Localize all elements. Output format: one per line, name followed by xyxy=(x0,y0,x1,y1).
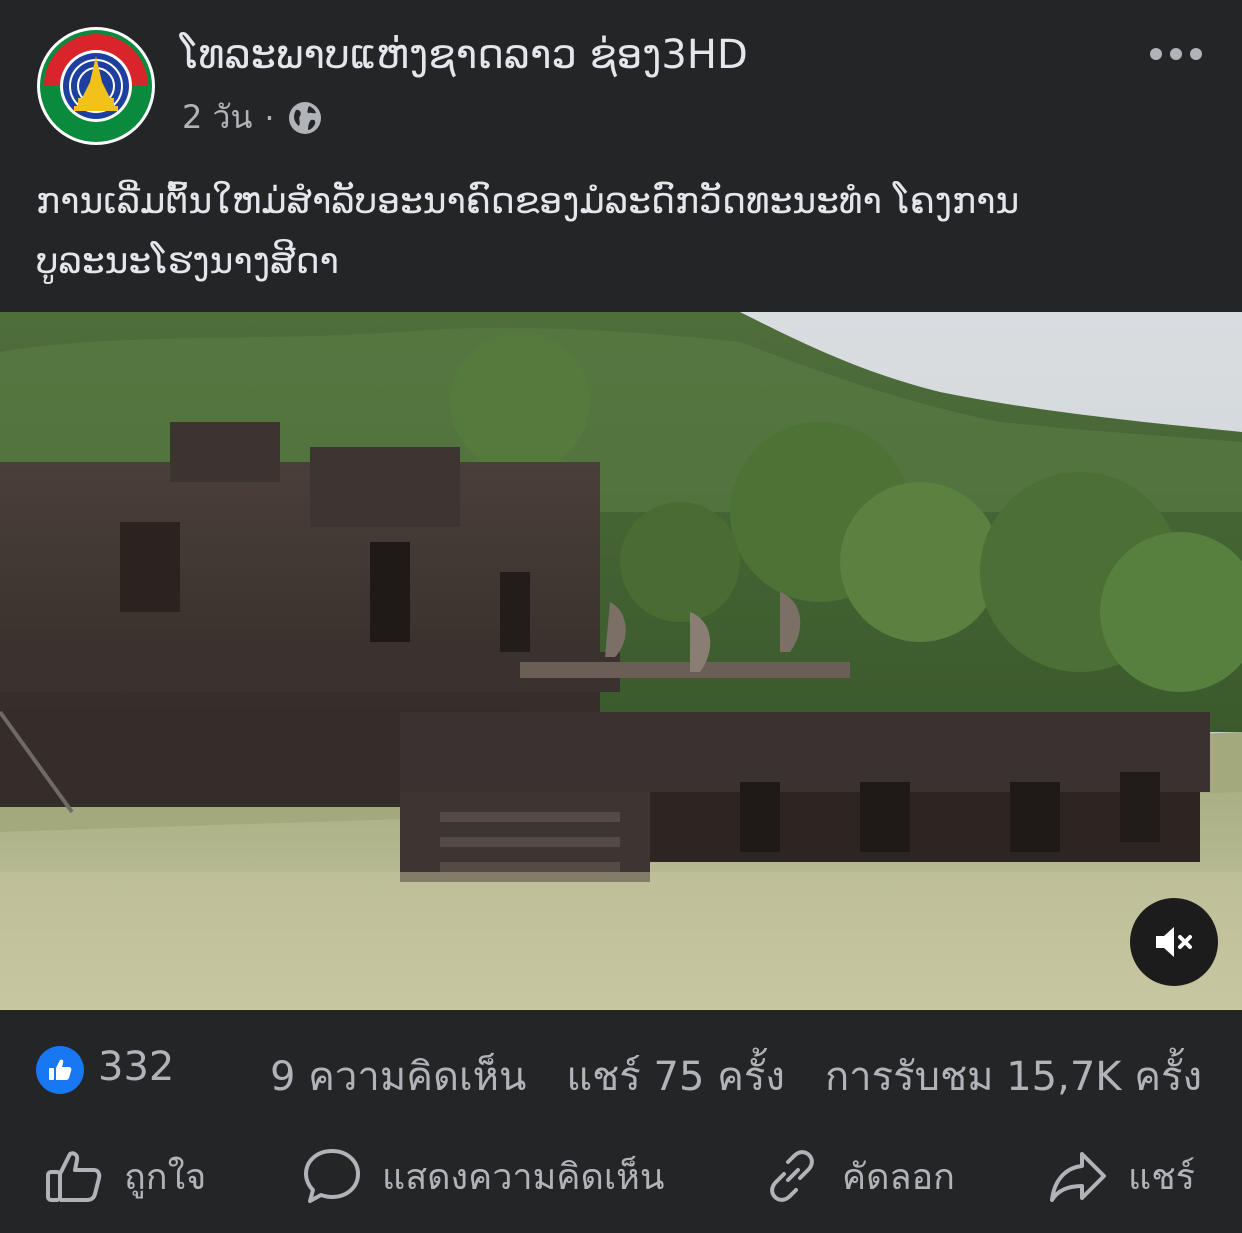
engagement-stats: 9 ความคิดเห็น แชร์ 75 ครั้ง การรับชม 15,… xyxy=(270,1044,1202,1108)
link-icon xyxy=(770,1150,814,1202)
lnt-logo xyxy=(37,27,155,145)
speaker-muted-icon xyxy=(1156,927,1192,957)
post-meta: 2 วัน · xyxy=(182,92,323,143)
caption-line-2: ບູລະນະໂຮງນາງສີດາ xyxy=(36,241,339,282)
comment-count[interactable]: 9 ความคิดเห็น xyxy=(270,1044,526,1108)
comment-bubble-icon xyxy=(304,1149,360,1203)
share-button[interactable]: แชร์ xyxy=(1048,1140,1195,1212)
page-name[interactable]: ໂທລະພາບແຫ່ງຊາດລາວ ຊ່ອງ3HD xyxy=(180,32,748,78)
post-header: ໂທລະພາບແຫ່ງຊາດລາວ ຊ່ອງ3HD 2 วัน · xyxy=(0,0,1242,150)
post-time[interactable]: 2 วัน xyxy=(182,92,252,143)
like-label: ถูกใจ xyxy=(124,1156,207,1198)
view-count: การรับชม 15,7K ครั้ง xyxy=(824,1054,1202,1100)
copy-link-button[interactable]: คัดลอก xyxy=(762,1140,955,1212)
share-count[interactable]: แชร์ 75 ครั้ง xyxy=(566,1044,785,1108)
page-avatar[interactable] xyxy=(36,26,156,146)
meta-separator: · xyxy=(264,98,275,137)
copy-label: คัดลอก xyxy=(842,1156,955,1198)
more-options-button[interactable] xyxy=(1148,38,1204,70)
dot xyxy=(1170,48,1182,60)
post-caption: ການເລີ່ມຕົ້ນໃຫມ່ສໍາລັບອະນາຄົດຂອງມໍລະດົກວ… xyxy=(36,172,1206,292)
like-count[interactable]: 332 xyxy=(98,1044,174,1090)
thumbs-up-icon xyxy=(49,1059,72,1080)
share-label: แชร์ xyxy=(1128,1156,1195,1198)
thumbs-up-outline-icon xyxy=(46,1151,102,1202)
mute-toggle-button[interactable] xyxy=(1130,898,1218,986)
caption-line-1: ການເລີ່ມຕົ້ນໃຫມ່ສໍາລັບອະນາຄົດຂອງມໍລະດົກວ… xyxy=(36,181,1020,222)
share-arrow-icon xyxy=(1050,1152,1106,1202)
comment-button[interactable]: แสดงความคิดเห็น xyxy=(302,1140,664,1212)
comment-label: แสดงความคิดเห็น xyxy=(382,1156,665,1198)
globe-icon xyxy=(287,100,323,136)
like-button[interactable]: ถูกใจ xyxy=(44,1140,206,1212)
video-frame-image xyxy=(0,312,1242,1010)
like-reaction-icon[interactable] xyxy=(36,1046,84,1094)
video-player[interactable] xyxy=(0,312,1242,1010)
dot xyxy=(1150,48,1162,60)
dot xyxy=(1190,48,1202,60)
